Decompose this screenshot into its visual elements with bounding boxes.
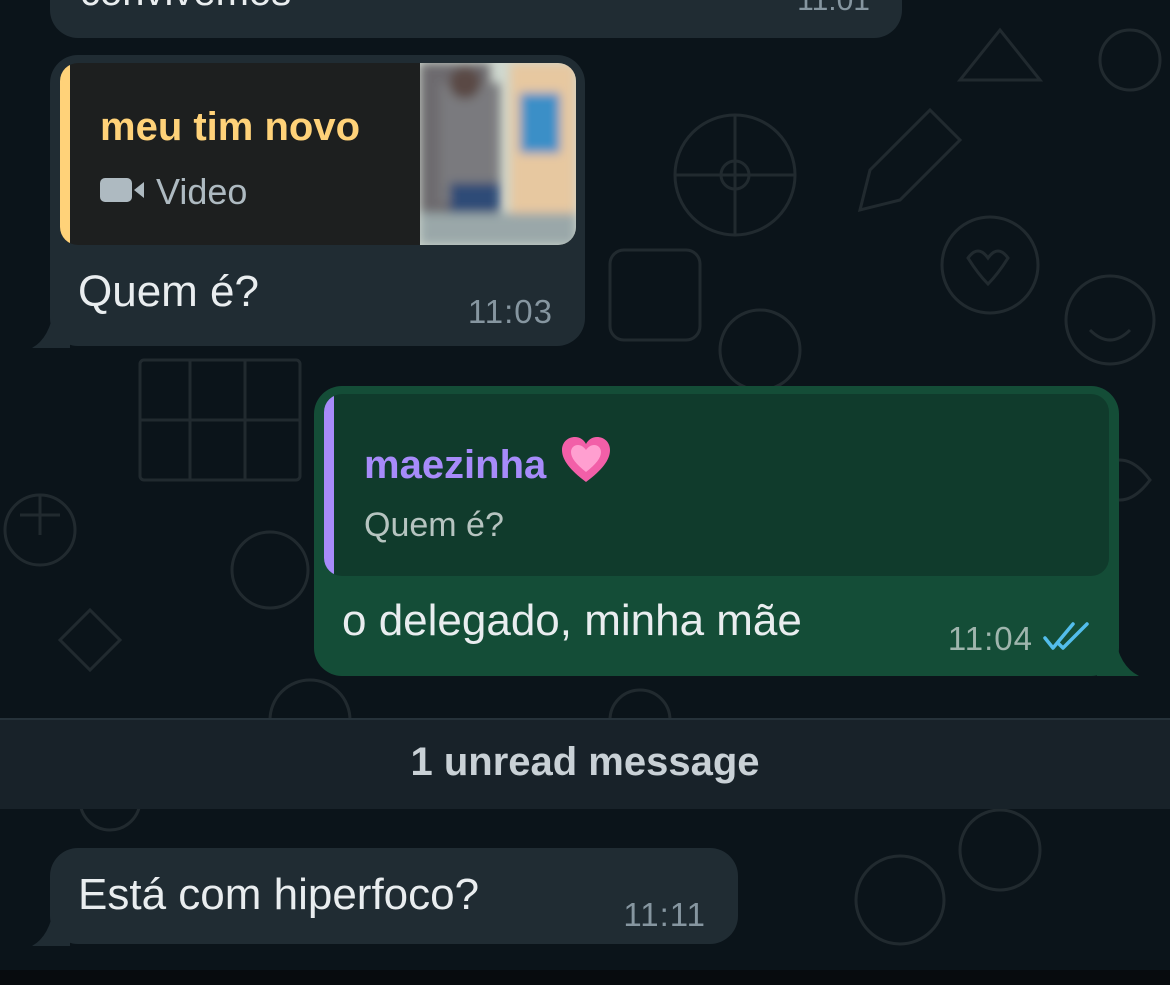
incoming-message-bubble[interactable]: meu tim novo Video Quem é? 11:03 xyxy=(32,55,585,348)
incoming-message-bubble[interactable]: Está com hiperfoco? 11:11 xyxy=(32,848,738,946)
pink-heart-icon xyxy=(560,436,612,494)
message-text: Quem é? xyxy=(78,267,259,316)
quoted-media-label: Video xyxy=(156,171,248,212)
outgoing-message-bubble[interactable]: maezinha Quem é? o delegado, minha mãe 1… xyxy=(314,386,1139,676)
bubble-tail xyxy=(1097,636,1139,676)
message-time: 11:11 xyxy=(623,896,706,933)
message-time: 11:01 xyxy=(797,0,870,17)
quoted-media-info: Video xyxy=(100,171,247,213)
quoted-sender-label: maezinha xyxy=(364,442,547,487)
message-meta: 11:04 xyxy=(948,620,1091,658)
message-text: convivemos xyxy=(80,0,291,15)
unread-messages-divider: 1 unread message xyxy=(0,718,1170,809)
message-time: 11:04 xyxy=(947,620,1033,657)
quote-accent-bar xyxy=(60,63,70,245)
message-time: 11:03 xyxy=(467,293,553,330)
bubble-tail xyxy=(32,308,70,348)
quoted-sender-name: maezinha xyxy=(364,436,612,494)
quoted-message[interactable]: meu tim novo Video xyxy=(60,63,576,245)
quoted-text: Quem é? xyxy=(364,506,504,544)
video-thumbnail[interactable] xyxy=(420,63,576,245)
bottom-edge xyxy=(0,970,1170,985)
message-text: Está com hiperfoco? xyxy=(78,870,480,919)
message-text: o delegado, minha mãe xyxy=(342,596,802,645)
video-camera-icon xyxy=(100,171,146,213)
chat-background: convivemos 11:01 meu tim novo Video xyxy=(0,0,1170,985)
bubble-tail xyxy=(32,906,70,946)
quoted-message[interactable]: maezinha Quem é? xyxy=(324,394,1109,576)
double-check-read-icon xyxy=(1043,621,1091,657)
quoted-sender-name: meu tim novo xyxy=(100,105,361,149)
unread-label: 1 unread message xyxy=(410,740,760,784)
quote-accent-bar xyxy=(324,394,334,576)
previous-message-bubble[interactable]: convivemos 11:01 xyxy=(50,0,902,38)
